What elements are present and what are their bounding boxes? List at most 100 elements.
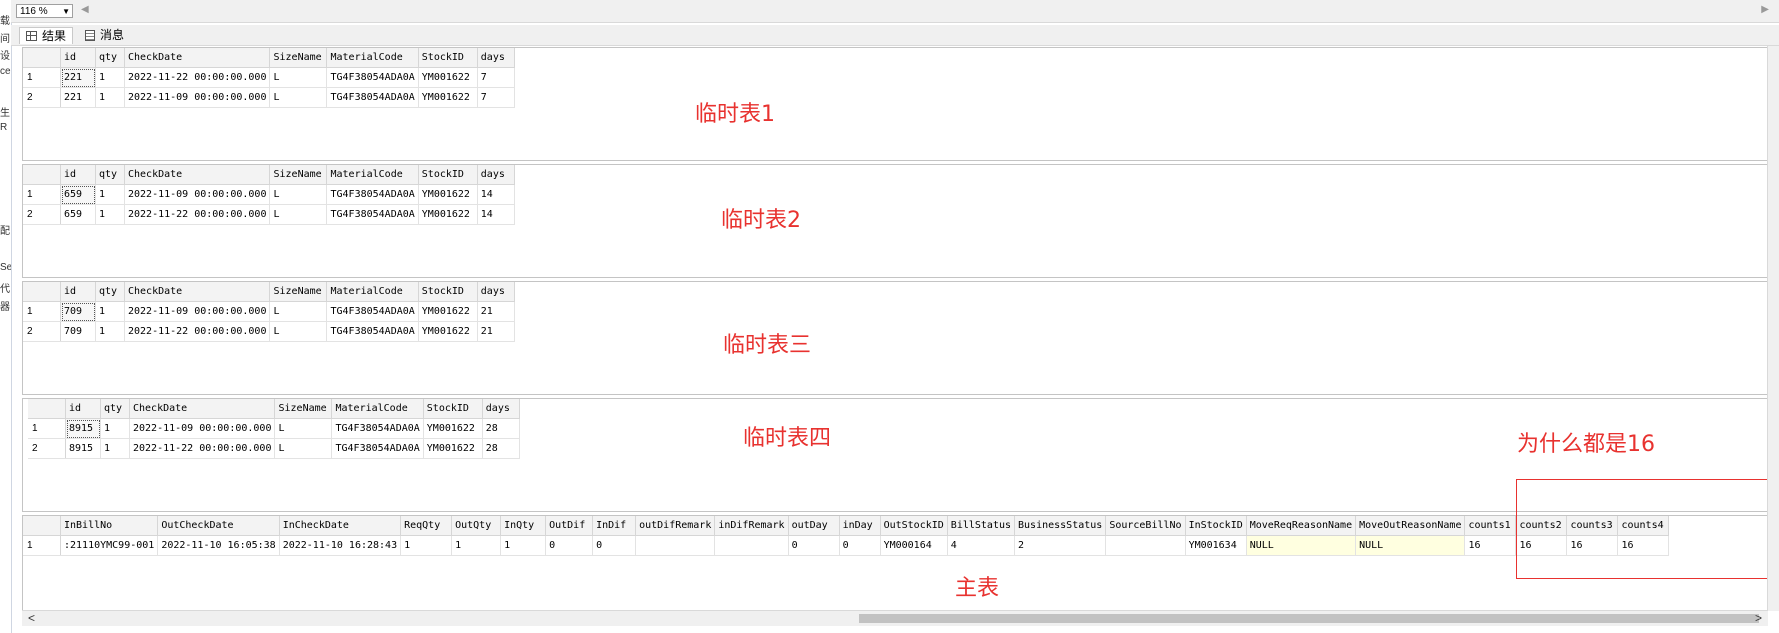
table-cell[interactable]: YM001622	[423, 438, 483, 459]
table-cell[interactable]: YM001634	[1185, 535, 1247, 556]
result-grid-4[interactable]: id qty CheckDate SizeName MaterialCode StockI…	[22, 398, 1768, 512]
table-cell[interactable]: :21110YMC99-001	[60, 535, 159, 556]
column-header[interactable]: InStockID	[1185, 516, 1247, 536]
table-cell[interactable]: YM001622	[418, 204, 478, 225]
column-header[interactable]: InQty	[500, 516, 547, 536]
zoom-dropdown[interactable]: 116 % ▼	[16, 4, 73, 18]
table-row[interactable]: 2 659 1 2022-11-22 00:00:00.000 L TG4F38054AD…	[23, 204, 515, 225]
table-cell[interactable]: 1	[95, 67, 125, 88]
column-header[interactable]: CheckDate	[124, 48, 271, 68]
table-cell[interactable]: 659	[60, 204, 96, 225]
column-header[interactable]: SizeName	[269, 48, 328, 68]
table-cell[interactable]: L	[269, 184, 328, 205]
column-header[interactable]: outDifRemark	[635, 516, 716, 536]
scrollbar-thumb[interactable]	[859, 614, 1759, 623]
table-row[interactable]: 2 709 1 2022-11-22 00:00:00.000 L TG4F38054AD…	[23, 321, 515, 342]
table-cell[interactable]: L	[269, 67, 328, 88]
table-cell[interactable]: YM001622	[418, 87, 478, 108]
column-header[interactable]: id	[60, 165, 96, 185]
row-number[interactable]: 1	[23, 67, 61, 88]
table-cell[interactable]: 2022-11-10 16:05:38	[157, 535, 280, 556]
column-header[interactable]: days	[477, 165, 515, 185]
tab-messages[interactable]: 消息	[79, 27, 130, 44]
column-header[interactable]: qty	[95, 165, 125, 185]
column-header[interactable]: SizeName	[274, 399, 333, 419]
column-header[interactable]: InCheckDate	[279, 516, 402, 536]
table-row[interactable]: 2 8915 1 2022-11-22 00:00:00.000 L TG4F38054A…	[28, 438, 520, 459]
table-cell[interactable]: 2	[1014, 535, 1107, 556]
column-header[interactable]: inDay	[839, 516, 881, 536]
column-header[interactable]: MoveReqReasonName	[1246, 516, 1357, 536]
table-cell[interactable]: 8915	[65, 438, 101, 459]
column-header[interactable]: StockID	[418, 48, 478, 68]
editor-horizontal-scrollbar[interactable]: ◀ ▶	[81, 4, 1769, 17]
table-cell[interactable]: 2022-11-22 00:00:00.000	[124, 204, 271, 225]
table-cell[interactable]: TG4F38054ADA0A	[326, 204, 419, 225]
table-cell[interactable]: 0	[545, 535, 594, 556]
result-grid-1[interactable]: id qty CheckDate SizeName MaterialCode StockI…	[22, 47, 1768, 161]
table-cell[interactable]: YM001622	[418, 67, 478, 88]
table-cell[interactable]: 14	[477, 204, 515, 225]
column-header[interactable]: id	[65, 399, 101, 419]
table-cell[interactable]: 2022-11-09 00:00:00.000	[124, 301, 271, 322]
table-cell[interactable]: YM000164	[880, 535, 948, 556]
table-cell[interactable]: 709	[60, 301, 96, 322]
table-cell[interactable]: 1	[100, 418, 130, 439]
row-number[interactable]: 1	[28, 418, 66, 439]
table-cell[interactable]: 659	[60, 184, 96, 205]
table-cell[interactable]: L	[274, 438, 333, 459]
table-cell[interactable]: 14	[477, 184, 515, 205]
table-cell[interactable]: 2022-11-09 00:00:00.000	[124, 87, 271, 108]
table-cell[interactable]: 709	[60, 321, 96, 342]
column-header[interactable]: qty	[95, 282, 125, 302]
table-cell[interactable]: YM001622	[418, 301, 478, 322]
column-header[interactable]: days	[477, 48, 515, 68]
table-cell[interactable]: TG4F38054ADA0A	[331, 418, 424, 439]
table-cell[interactable]: 1	[400, 535, 453, 556]
table-cell[interactable]: L	[274, 418, 333, 439]
table-cell[interactable]: 1	[95, 301, 125, 322]
table-cell[interactable]: TG4F38054ADA0A	[326, 301, 419, 322]
table-cell[interactable]: 0	[839, 535, 881, 556]
table-cell[interactable]: 1	[95, 204, 125, 225]
table-cell[interactable]: 221	[60, 67, 96, 88]
table-cell[interactable]: 0	[592, 535, 637, 556]
result-grid-3[interactable]: id qty CheckDate SizeName MaterialCode StockI…	[22, 281, 1768, 395]
table-cell[interactable]: 28	[482, 418, 520, 439]
result-grid-2[interactable]: id qty CheckDate SizeName MaterialCode StockI…	[22, 164, 1768, 278]
table-cell[interactable]: L	[269, 204, 328, 225]
column-header[interactable]: ReqQty	[400, 516, 453, 536]
table-cell[interactable]: 28	[482, 438, 520, 459]
table-cell[interactable]: 4	[947, 535, 1016, 556]
table-cell[interactable]: YM001622	[418, 184, 478, 205]
table-cell[interactable]: 2022-11-22 00:00:00.000	[124, 321, 271, 342]
table-cell[interactable]: YM001622	[418, 321, 478, 342]
table-cell[interactable]: 7	[477, 67, 515, 88]
row-number[interactable]: 1	[23, 301, 61, 322]
column-header[interactable]: InBillNo	[60, 516, 159, 536]
table-row[interactable]: 1 709 1 2022-11-09 00:00:00.000 L TG4F38054AD…	[23, 301, 515, 322]
column-header[interactable]: counts1	[1464, 516, 1517, 536]
table-cell[interactable]: TG4F38054ADA0A	[326, 87, 419, 108]
table-cell[interactable]: TG4F38054ADA0A	[326, 321, 419, 342]
table-cell[interactable]: TG4F38054ADA0A	[326, 67, 419, 88]
table-cell[interactable]: 7	[477, 87, 515, 108]
table-cell[interactable]: 2022-11-09 00:00:00.000	[129, 418, 276, 439]
column-header[interactable]: SizeName	[269, 282, 328, 302]
table-cell[interactable]: 21	[477, 321, 515, 342]
column-header[interactable]: outDay	[788, 516, 840, 536]
column-header[interactable]: SizeName	[269, 165, 328, 185]
table-row[interactable]: 1 659 1 2022-11-09 00:00:00.000 L TG4F38054AD…	[23, 184, 515, 205]
table-cell[interactable]: TG4F38054ADA0A	[331, 438, 424, 459]
table-cell[interactable]: 2022-11-22 00:00:00.000	[124, 67, 271, 88]
table-cell[interactable]: 8915	[65, 418, 101, 439]
table-cell[interactable]: 1	[95, 321, 125, 342]
column-header[interactable]: qty	[95, 48, 125, 68]
table-cell[interactable]: NULL	[1355, 535, 1466, 556]
column-header[interactable]: SourceBillNo	[1105, 516, 1186, 536]
table-cell[interactable]: L	[269, 321, 328, 342]
table-cell[interactable]: 1	[100, 438, 130, 459]
column-header[interactable]: days	[482, 399, 520, 419]
column-header[interactable]: BillStatus	[947, 516, 1016, 536]
results-vertical-scrollbar[interactable]	[1767, 46, 1779, 611]
